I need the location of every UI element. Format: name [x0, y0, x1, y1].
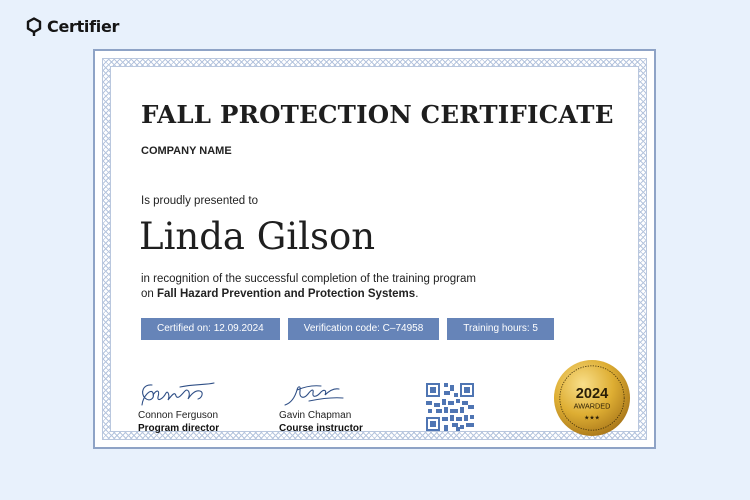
certificate-title: FALL PROTECTION CERTIFICATE — [141, 100, 614, 129]
signature-director-icon — [141, 382, 215, 406]
description-suffix: . — [415, 288, 419, 300]
signature-block-instructor: Gavin Chapman Course instructor — [279, 381, 363, 434]
signature-block-director: Connon Ferguson Program director — [138, 381, 219, 434]
certificate: FALL PROTECTION CERTIFICATE COMPANY NAME… — [93, 49, 656, 449]
signature-role-instructor: Course instructor — [279, 423, 363, 434]
brand-name: Certifier — [47, 17, 120, 36]
signature-role-director: Program director — [138, 423, 220, 434]
company-name: COMPANY NAME — [141, 145, 232, 157]
description-line-1: in recognition of the successful complet… — [141, 273, 476, 285]
brand-logo: Certifier — [26, 17, 119, 36]
description-line-2: on Fall Hazard Prevention and Protection… — [141, 287, 476, 302]
seal-year: 2024 — [576, 386, 609, 402]
signature-instructor-icon — [284, 385, 344, 406]
presented-text: Is proudly presented to — [141, 195, 258, 207]
signature-name-instructor: Gavin Chapman — [279, 410, 352, 421]
award-seal: 2024 AWARDED ★★★ — [553, 359, 631, 437]
signature-name-director: Connon Ferguson — [138, 410, 219, 421]
program-name: Fall Hazard Prevention and Protection Sy… — [157, 288, 416, 300]
certificate-body: FALL PROTECTION CERTIFICATE COMPANY NAME… — [110, 66, 639, 437]
verification-code-badge: Verification code: C–74958 — [287, 318, 440, 340]
seal-label: AWARDED — [574, 402, 611, 411]
qr-code-icon — [426, 383, 474, 431]
training-hours-badge: Training hours: 5 — [447, 318, 554, 340]
certifier-logo-icon — [26, 17, 42, 36]
recipient-name: Linda Gilson — [139, 215, 376, 258]
certificate-description: in recognition of the successful complet… — [141, 272, 476, 302]
certified-on-badge: Certified on: 12.09.2024 — [141, 318, 280, 340]
seal-stars: ★★★ — [584, 414, 600, 421]
certificate-badges: Certified on: 12.09.2024 Verification co… — [141, 318, 554, 340]
description-prefix: on — [141, 288, 157, 300]
